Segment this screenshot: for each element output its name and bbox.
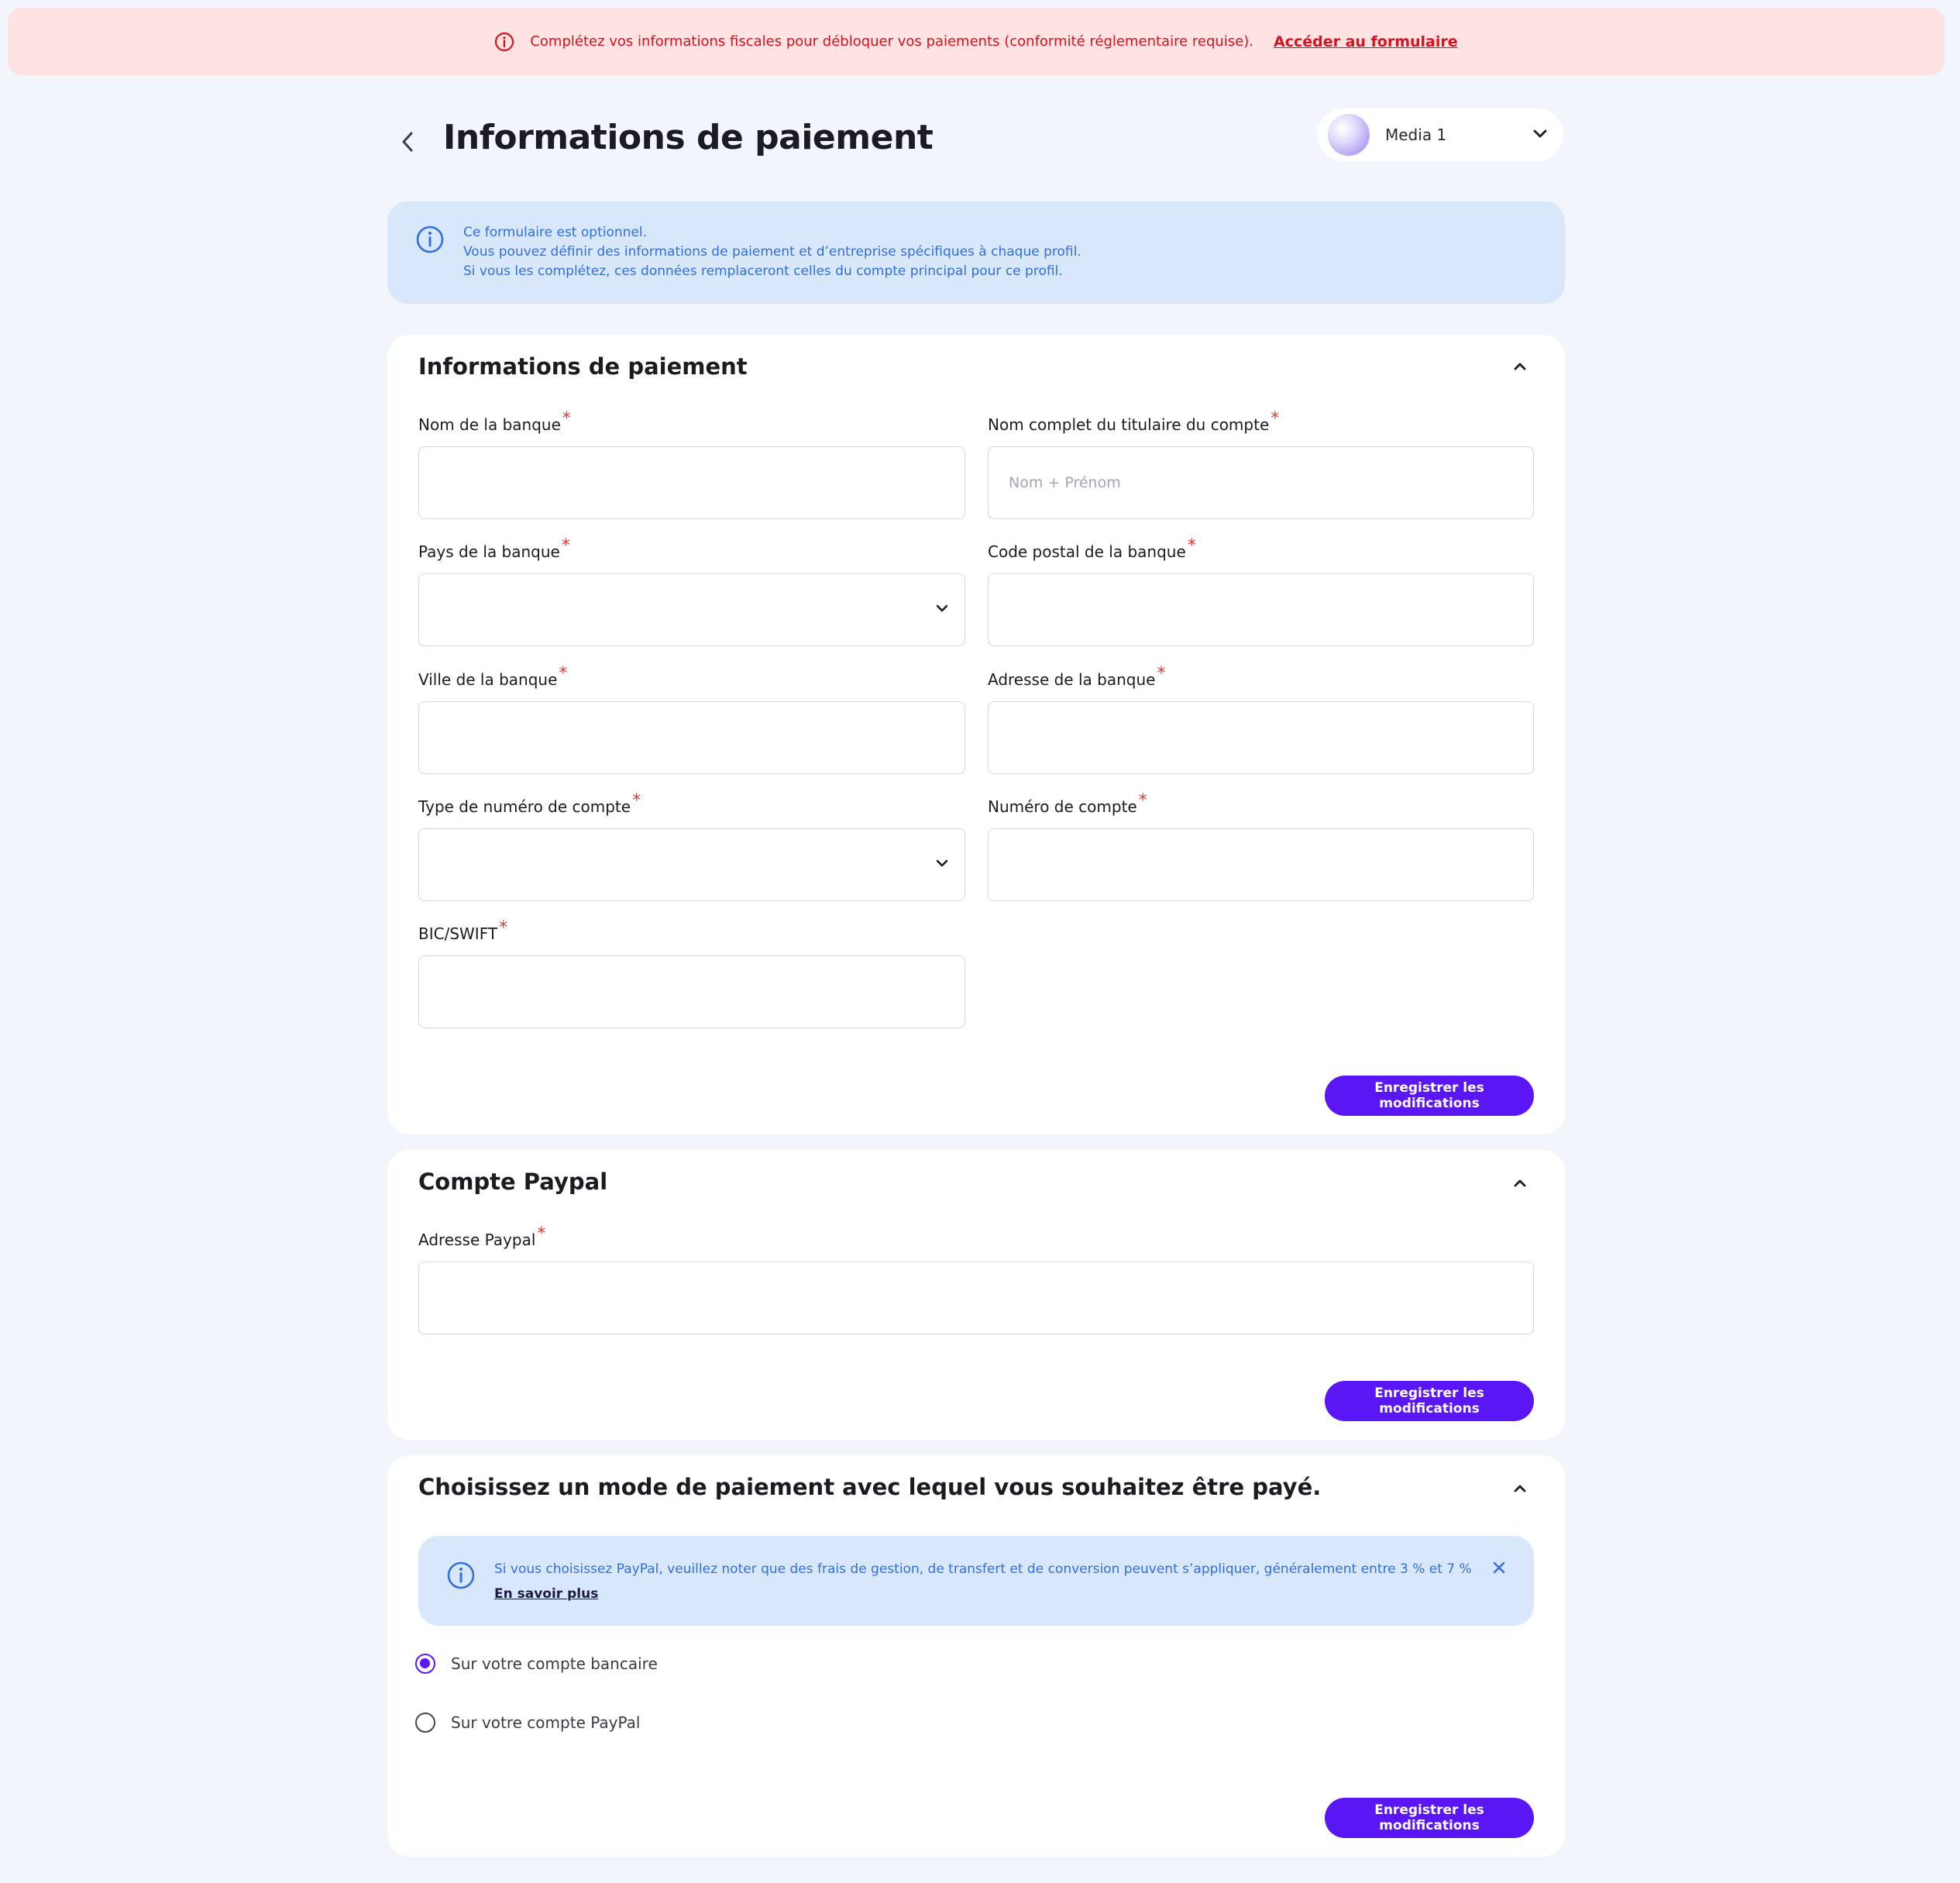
account-holder-input[interactable]	[988, 446, 1534, 519]
info-line-2: Vous pouvez définir des informations de …	[463, 244, 1081, 260]
bank-country-select[interactable]	[418, 573, 965, 646]
bic-swift-input[interactable]	[418, 955, 965, 1028]
bank-address-input[interactable]	[988, 701, 1534, 774]
payment-info-title: Informations de paiement	[418, 353, 748, 380]
account-holder-label: Nom complet du titulaire du compte*	[988, 409, 1280, 434]
account-number-input[interactable]	[988, 828, 1534, 901]
save-payment-method-button[interactable]: Enregistrer les modifications	[1325, 1798, 1534, 1838]
bank-name-input[interactable]	[418, 446, 965, 519]
radio-paypal-account[interactable]	[415, 1713, 435, 1733]
learn-more-link[interactable]: En savoir plus	[494, 1582, 598, 1606]
chevron-up-icon	[1512, 360, 1528, 375]
profile-name: Media 1	[1385, 126, 1447, 144]
page: Complétez vos informations fiscales pour…	[0, 0, 1960, 1883]
account-type-select[interactable]	[418, 828, 965, 901]
bank-address-label: Adresse de la banque*	[988, 664, 1166, 689]
paypal-card-title: Compte Paypal	[418, 1169, 608, 1195]
collapse-paypal-button[interactable]	[1506, 1170, 1534, 1198]
paypal-fees-text: Si vous choisissez PayPal, veuillez note…	[494, 1561, 1472, 1577]
chevron-down-icon	[1532, 128, 1548, 143]
tax-info-alert-banner: Complétez vos informations fiscales pour…	[8, 8, 1945, 75]
info-icon	[446, 1561, 476, 1606]
account-number-label: Numéro de compte*	[988, 791, 1147, 816]
chevron-down-icon	[935, 602, 949, 617]
bank-country-label: Pays de la banque*	[418, 536, 570, 561]
chevron-down-icon	[935, 857, 949, 872]
collapse-payment-info-button[interactable]	[1506, 353, 1534, 381]
option-paypal-label: Sur votre compte PayPal	[451, 1713, 641, 1732]
bank-zip-input[interactable]	[988, 573, 1534, 646]
profile-avatar	[1328, 114, 1370, 156]
bic-label: BIC/SWIFT*	[418, 918, 508, 943]
chevron-left-icon	[399, 130, 416, 157]
account-type-label: Type de numéro de compte*	[418, 791, 641, 816]
alert-message: Complétez vos informations fiscales pour…	[530, 33, 1253, 50]
radio-bank-account[interactable]	[415, 1654, 435, 1674]
bank-zip-label: Code postal de la banque*	[988, 536, 1196, 561]
paypal-account-card: Compte Paypal Adresse Paypal* Enregistre…	[387, 1150, 1565, 1440]
payment-method-title: Choisissez un mode de paiement avec lequ…	[418, 1474, 1322, 1500]
payment-method-card: Choisissez un mode de paiement avec lequ…	[387, 1455, 1565, 1857]
alert-circle-icon	[494, 32, 514, 52]
chevron-up-icon	[1512, 1482, 1528, 1497]
save-paypal-button[interactable]: Enregistrer les modifications	[1325, 1381, 1534, 1421]
info-icon	[415, 225, 445, 282]
optional-form-info: Ce formulaire est optionnel. Vous pouvez…	[387, 201, 1565, 304]
paypal-address-input[interactable]	[418, 1262, 1534, 1334]
bank-city-label: Ville de la banque*	[418, 664, 568, 689]
chevron-up-icon	[1512, 1177, 1528, 1192]
info-line-3: Si vous les complétez, ces données rempl…	[463, 263, 1063, 279]
save-payment-info-button[interactable]: Enregistrer les modifications	[1325, 1076, 1534, 1116]
option-bank-account[interactable]: Sur votre compte bancaire	[415, 1654, 658, 1674]
collapse-payment-method-button[interactable]	[1506, 1475, 1534, 1503]
paypal-address-label: Adresse Paypal*	[418, 1224, 546, 1249]
back-button[interactable]	[392, 128, 423, 159]
close-icon[interactable]	[1492, 1561, 1506, 1578]
option-paypal-account[interactable]: Sur votre compte PayPal	[415, 1713, 640, 1733]
payment-info-card: Informations de paiement Nom de la banqu…	[387, 335, 1565, 1134]
option-bank-label: Sur votre compte bancaire	[451, 1654, 658, 1673]
bank-name-label: Nom de la banque*	[418, 409, 571, 434]
paypal-fees-notice: Si vous choisissez PayPal, veuillez note…	[418, 1536, 1534, 1626]
open-tax-form-link[interactable]: Accéder au formulaire	[1274, 33, 1458, 50]
bank-city-input[interactable]	[418, 701, 965, 774]
profile-selector[interactable]: Media 1	[1317, 108, 1563, 161]
info-line-1: Ce formulaire est optionnel.	[463, 225, 647, 240]
page-title: Informations de paiement	[443, 118, 934, 157]
